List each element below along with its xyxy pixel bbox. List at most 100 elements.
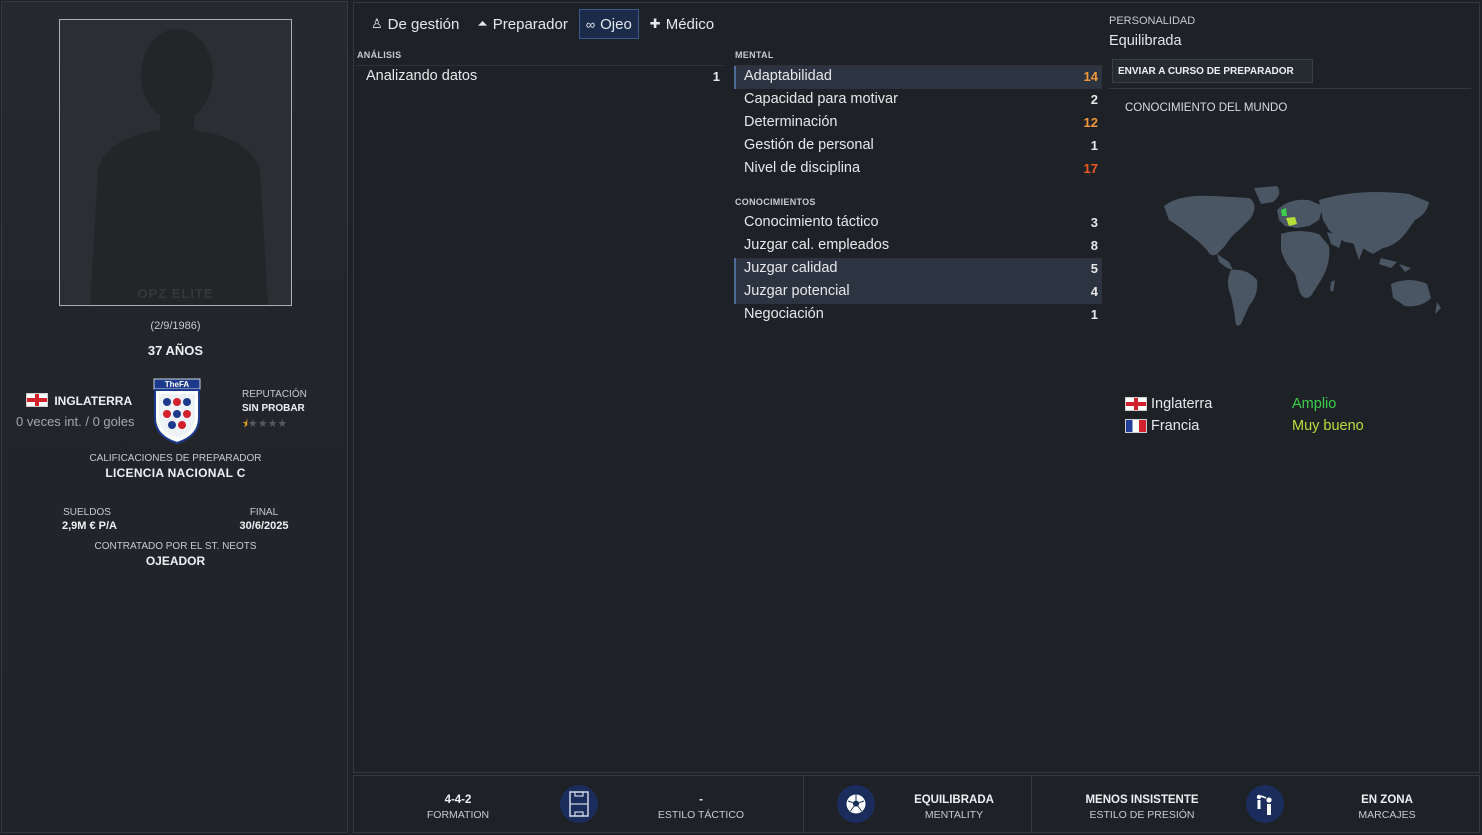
attribute-name: Conocimiento táctico [744, 214, 879, 230]
attribute-name: Determinación [744, 114, 838, 130]
tab-de-gestion[interactable]: ♙ De gestión [364, 9, 466, 39]
knowledge-level: Muy bueno [1292, 418, 1364, 434]
attribute-row[interactable]: Analizando datos 1 [356, 66, 724, 89]
attribute-name: Adaptabilidad [744, 68, 832, 84]
section-label-knowledge: CONOCIMIENTOS [735, 197, 816, 207]
mentality-label: MENTALITY [924, 809, 984, 821]
attribute-name: Gestión de personal [744, 137, 874, 153]
attribute-value: 2 [1090, 92, 1098, 107]
attribute-name: Analizando datos [366, 68, 478, 84]
personality-value: Equilibrada [1109, 33, 1182, 49]
star-icon: ★★★★ [247, 418, 288, 430]
england-flag-icon [26, 393, 48, 407]
age: 37 AÑOS [147, 343, 204, 358]
attribute-row[interactable]: Determinación 12 [734, 112, 1102, 135]
language-row[interactable]: Inglaterra [1125, 396, 1212, 412]
qualification-value: LICENCIA NACIONAL C [105, 466, 246, 480]
pressing-player-icon [1246, 785, 1284, 823]
formation-label: FORMATION [426, 809, 490, 821]
attribute-value: 14 [1083, 69, 1098, 84]
england-flag-icon [1125, 397, 1147, 411]
country-name: Francia [1151, 418, 1200, 434]
attribute-value: 3 [1090, 215, 1098, 230]
marking-label: MARCAJES [1358, 809, 1416, 821]
tab-preparador[interactable]: ⏶ Preparador [470, 9, 574, 39]
knowledge-list: Conocimiento táctico 3 Juzgar cal. emple… [734, 212, 1102, 327]
attribute-row[interactable]: Adaptabilidad 14 [734, 66, 1102, 89]
qualification-label: CALIFICACIONES DE PREPARADOR [89, 453, 262, 464]
language-row[interactable]: Francia [1125, 418, 1199, 434]
wage-value: 2,9M € P/A [61, 520, 118, 532]
attribute-value: 4 [1090, 284, 1098, 299]
tab-medico[interactable]: ✚ Médico [643, 9, 721, 39]
photo-watermark: OPZ ELITE [137, 286, 214, 301]
attribute-row[interactable]: Nivel de disciplina 17 [734, 158, 1102, 181]
mentality-section[interactable]: EQUILIBRADA MENTALITY [804, 776, 1032, 832]
analysis-list: Analizando datos 1 [356, 65, 724, 89]
attribute-value: 1 [1090, 138, 1098, 153]
contract-end-value: 30/6/2025 [239, 520, 289, 532]
attribute-row[interactable]: Gestión de personal 1 [734, 135, 1102, 158]
attribute-row[interactable]: Conocimiento táctico 3 [734, 212, 1102, 235]
tab-label: Ojeo [600, 15, 632, 33]
attribute-name: Capacidad para motivar [744, 91, 898, 107]
attribute-row[interactable]: Juzgar cal. empleados 8 [734, 235, 1102, 258]
tactical-style-value: - [699, 794, 703, 806]
attribute-value: 1 [712, 69, 720, 84]
tactics-bar: 4-4-2 FORMATION - ESTILO TÁCTICO EQUILIB… [353, 775, 1480, 833]
attribute-name: Nivel de disciplina [744, 160, 861, 176]
formation-value: 4-4-2 [444, 794, 472, 806]
attribute-row[interactable]: Juzgar potencial 4 [734, 281, 1102, 304]
nationality[interactable]: INGLATERRA [26, 393, 132, 408]
attribute-name: Juzgar cal. empleados [744, 237, 890, 253]
attribute-row[interactable]: Juzgar calidad 5 [734, 258, 1102, 281]
mentality-value: EQUILIBRADA [914, 794, 994, 806]
medical-kit-icon: ✚ [649, 16, 661, 31]
tab-ojeo[interactable]: ∞ Ojeo [578, 9, 639, 39]
pressing-marking-section[interactable]: MENOS INSISTENTE ESTILO DE PRESIÓN EN ZO… [1032, 776, 1479, 832]
section-label-analysis: ANÁLISIS [357, 50, 402, 60]
attribute-value: 1 [1090, 307, 1098, 322]
attribute-value: 12 [1083, 115, 1098, 130]
france-flag-icon [1125, 419, 1147, 433]
international-caps: 0 veces int. / 0 goles [16, 414, 135, 429]
personality-label: PERSONALIDAD [1109, 15, 1196, 27]
nationality-label: INGLATERRA [54, 394, 133, 408]
world-knowledge-panel: CONOCIMIENTO DEL MUNDO Inglaterra Amplio… [1109, 88, 1471, 438]
attribute-value: 17 [1083, 161, 1098, 176]
football-icon [837, 785, 875, 823]
wage-label: SUELDOS [63, 507, 111, 518]
knowledge-level: Amplio [1292, 396, 1337, 412]
attribute-value: 8 [1090, 238, 1098, 253]
pressing-value: MENOS INSISTENTE [1085, 794, 1199, 806]
formation-section[interactable]: 4-4-2 FORMATION - ESTILO TÁCTICO [354, 776, 804, 832]
section-label-mental: MENTAL [735, 50, 774, 60]
attribute-row[interactable]: Capacidad para motivar 2 [734, 89, 1102, 112]
attribute-row[interactable]: Negociación 1 [734, 304, 1102, 327]
attribute-tabs: ♙ De gestión ⏶ Preparador ∞ Ojeo ✚ Médic… [364, 9, 721, 39]
reputation-label: REPUTACIÓN [242, 389, 307, 400]
world-knowledge-title: CONOCIMIENTO DEL MUNDO [1125, 102, 1288, 114]
person-tie-icon: ♙ [371, 16, 383, 31]
staff-photo: OPZ ELITE [59, 19, 292, 306]
binoculars-icon: ∞ [585, 16, 596, 32]
contract-end-label: FINAL [249, 507, 279, 518]
attributes-panel: ♙ De gestión ⏶ Preparador ∞ Ojeo ✚ Médic… [353, 2, 1480, 773]
employer-label[interactable]: CONTRATADO POR EL ST. NEOTS [2, 541, 349, 552]
reputation-stars: ⯨★★★★ [242, 415, 287, 434]
pitch-icon [560, 785, 598, 823]
profile-panel: OPZ ELITE (2/9/1986) 37 AÑOS INGLATERRA … [1, 1, 348, 833]
tab-label: Preparador [492, 15, 568, 33]
mental-list: Adaptabilidad 14 Capacidad para motivar … [734, 65, 1102, 181]
reputation-value: SIN PROBAR [242, 403, 305, 414]
badge-text: TheFA [165, 380, 190, 389]
world-map[interactable] [1159, 184, 1444, 334]
tab-label: Médico [665, 15, 715, 33]
job-title: OJEADOR [145, 554, 206, 568]
tactical-style-label: ESTILO TÁCTICO [657, 809, 745, 821]
send-to-coaching-course-button[interactable]: ENVIAR A CURSO DE PREPARADOR [1112, 59, 1313, 83]
date-of-birth: (2/9/1986) [150, 320, 201, 332]
attribute-name: Juzgar potencial [744, 283, 850, 299]
the-fa-badge-icon[interactable]: TheFA [153, 378, 201, 445]
country-name: Inglaterra [1151, 396, 1213, 412]
